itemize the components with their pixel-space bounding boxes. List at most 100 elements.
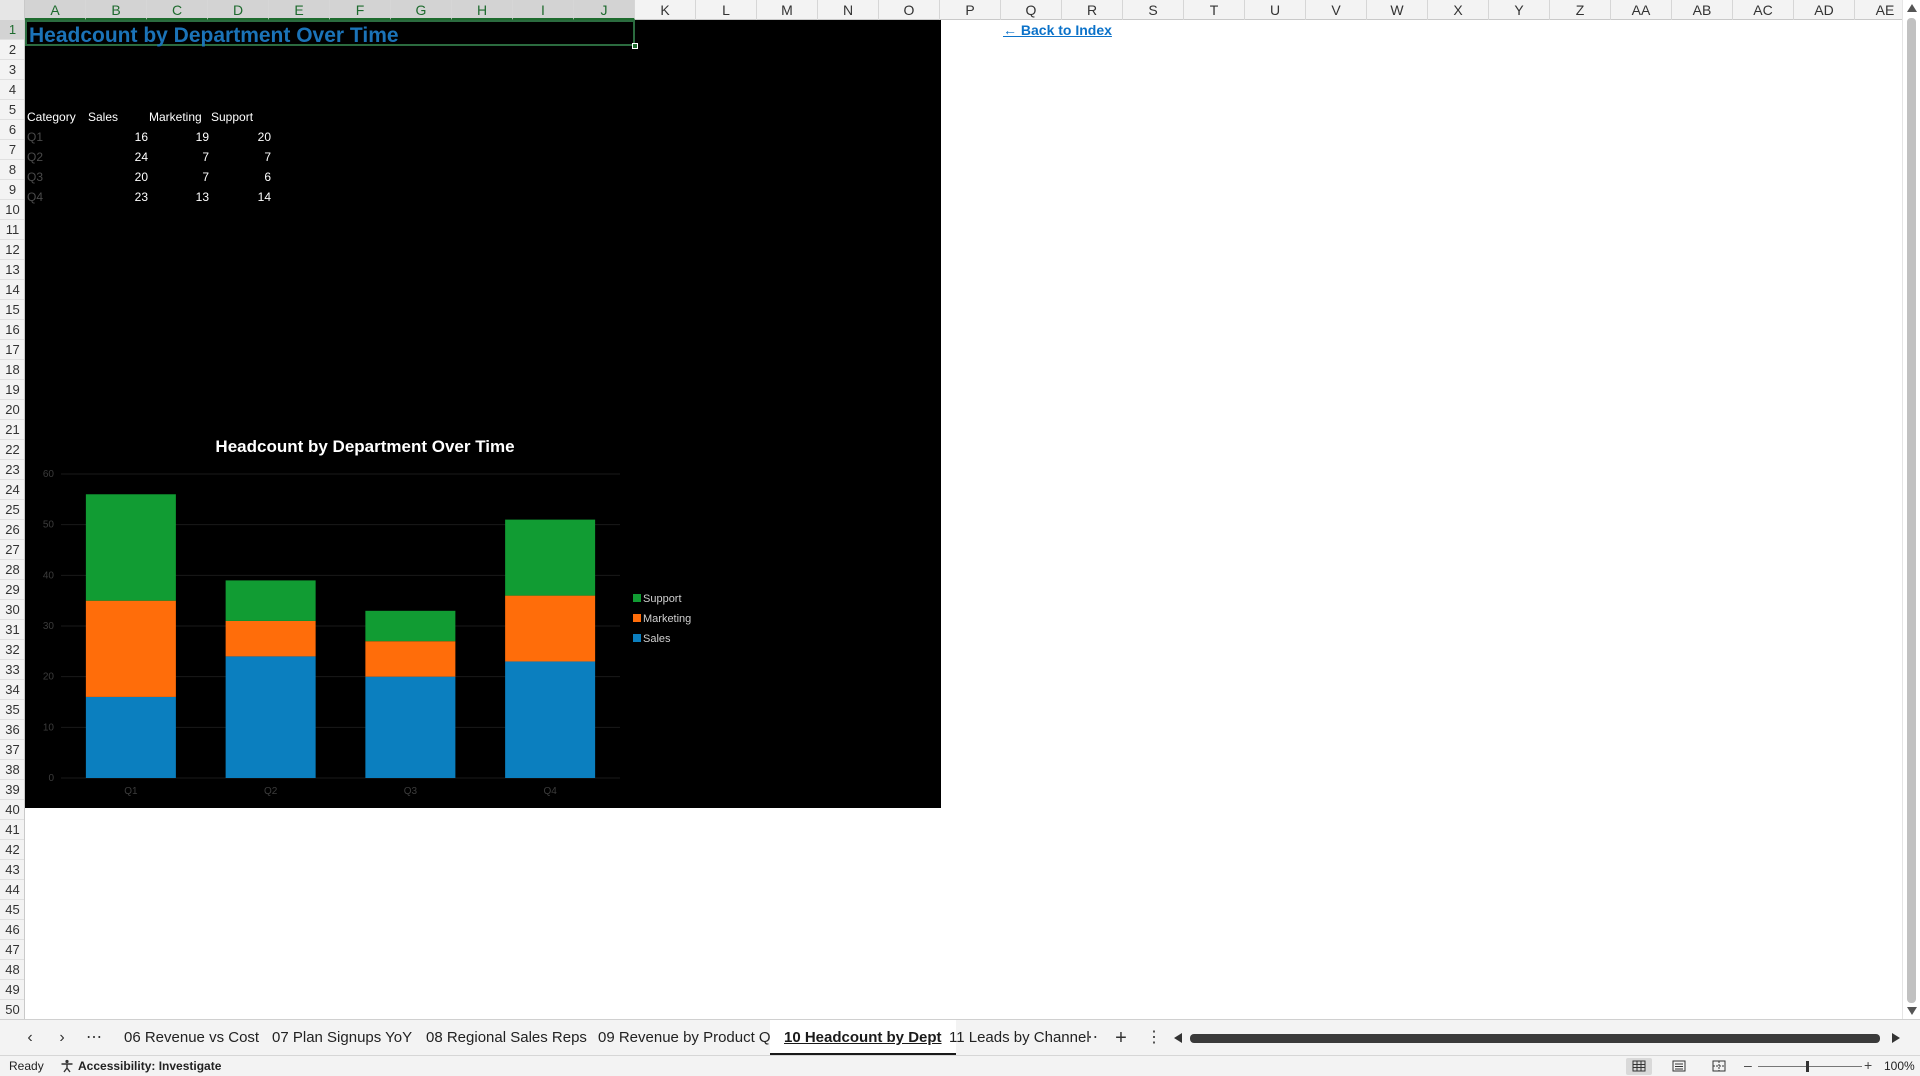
row-header-41[interactable]: 41: [0, 820, 24, 840]
column-header-f[interactable]: F: [330, 0, 391, 20]
row-header-13[interactable]: 13: [0, 260, 24, 280]
row-header-27[interactable]: 27: [0, 540, 24, 560]
more-sheets-left-button[interactable]: ⋯: [83, 1028, 105, 1048]
zoom-slider[interactable]: [1758, 1066, 1862, 1067]
row-header-24[interactable]: 24: [0, 480, 24, 500]
column-header-b[interactable]: B: [86, 0, 147, 20]
row-header-20[interactable]: 20: [0, 400, 24, 420]
sheet-options-icon[interactable]: ⋮: [1143, 1028, 1165, 1048]
row-header-34[interactable]: 34: [0, 680, 24, 700]
row-header-3[interactable]: 3: [0, 60, 24, 80]
column-header-w[interactable]: W: [1367, 0, 1428, 20]
bar-sales-q2[interactable]: [225, 656, 316, 778]
row-header-39[interactable]: 39: [0, 780, 24, 800]
column-header-g[interactable]: G: [391, 0, 452, 20]
row-header-30[interactable]: 30: [0, 600, 24, 620]
worksheet-grid[interactable]: Headcount by Department Over Time Catego…: [25, 20, 1902, 1019]
zoom-level[interactable]: 100%: [1884, 1059, 1915, 1073]
row-header-42[interactable]: 42: [0, 840, 24, 860]
row-header-29[interactable]: 29: [0, 580, 24, 600]
row-header-12[interactable]: 12: [0, 240, 24, 260]
vertical-scrollbar[interactable]: [1902, 0, 1920, 1019]
next-sheet-icon[interactable]: ›: [51, 1028, 73, 1048]
row-header-15[interactable]: 15: [0, 300, 24, 320]
table-cell-sales[interactable]: 16: [88, 127, 148, 147]
table-cell-category[interactable]: Q1: [27, 127, 77, 147]
table-cell-category[interactable]: Q4: [27, 187, 77, 207]
column-header-p[interactable]: P: [940, 0, 1001, 20]
column-header-q[interactable]: Q: [1001, 0, 1062, 20]
table-cell-sales[interactable]: 20: [88, 167, 148, 187]
column-header-i[interactable]: I: [513, 0, 574, 20]
scroll-up-icon[interactable]: [1907, 4, 1917, 12]
row-header-49[interactable]: 49: [0, 980, 24, 1000]
column-header-s[interactable]: S: [1123, 0, 1184, 20]
row-header-32[interactable]: 32: [0, 640, 24, 660]
row-header-50[interactable]: 50: [0, 1000, 24, 1019]
row-header-14[interactable]: 14: [0, 280, 24, 300]
select-all-corner[interactable]: [0, 0, 25, 20]
column-header-m[interactable]: M: [757, 0, 818, 20]
bar-support-q3[interactable]: [365, 610, 456, 642]
scroll-right-icon[interactable]: [1892, 1033, 1900, 1043]
row-header-23[interactable]: 23: [0, 460, 24, 480]
bar-support-q4[interactable]: [505, 519, 596, 596]
row-header-25[interactable]: 25: [0, 500, 24, 520]
column-header-o[interactable]: O: [879, 0, 940, 20]
row-header-37[interactable]: 37: [0, 740, 24, 760]
column-header-c[interactable]: C: [147, 0, 208, 20]
column-header-r[interactable]: R: [1062, 0, 1123, 20]
row-header-44[interactable]: 44: [0, 880, 24, 900]
row-header-21[interactable]: 21: [0, 420, 24, 440]
column-header-ac[interactable]: AC: [1733, 0, 1794, 20]
zoom-out-button[interactable]: –: [1744, 1057, 1752, 1073]
row-header-1[interactable]: 1: [0, 20, 24, 40]
row-header-17[interactable]: 17: [0, 340, 24, 360]
column-header-l[interactable]: L: [696, 0, 757, 20]
table-cell-support[interactable]: 14: [211, 187, 271, 207]
row-header-7[interactable]: 7: [0, 140, 24, 160]
bar-marketing-q1[interactable]: [85, 600, 176, 697]
column-header-x[interactable]: X: [1428, 0, 1489, 20]
table-cell-marketing[interactable]: 13: [149, 187, 209, 207]
zoom-slider-thumb[interactable]: [1806, 1061, 1809, 1072]
tab-09-revenue-by-product-q[interactable]: 09 Revenue by Product Q: [584, 1020, 785, 1056]
table-cell-support[interactable]: 6: [211, 167, 271, 187]
row-header-11[interactable]: 11: [0, 220, 24, 240]
row-header-48[interactable]: 48: [0, 960, 24, 980]
table-cell-marketing[interactable]: 19: [149, 127, 209, 147]
page-layout-view-button[interactable]: [1666, 1058, 1692, 1075]
row-header-5[interactable]: 5: [0, 100, 24, 120]
row-header-2[interactable]: 2: [0, 40, 24, 60]
column-header-d[interactable]: D: [208, 0, 269, 20]
scroll-down-icon[interactable]: [1907, 1007, 1917, 1015]
tab-06-revenue-vs-cost[interactable]: 06 Revenue vs Cost: [110, 1020, 273, 1056]
row-header-9[interactable]: 9: [0, 180, 24, 200]
column-header-t[interactable]: T: [1184, 0, 1245, 20]
page-break-view-button[interactable]: [1706, 1058, 1732, 1075]
table-cell-sales[interactable]: 23: [88, 187, 148, 207]
row-header-28[interactable]: 28: [0, 560, 24, 580]
column-header-v[interactable]: V: [1306, 0, 1367, 20]
prev-sheet-icon[interactable]: ‹: [19, 1028, 41, 1048]
row-header-10[interactable]: 10: [0, 200, 24, 220]
column-header-n[interactable]: N: [818, 0, 879, 20]
column-header-u[interactable]: U: [1245, 0, 1306, 20]
chart[interactable]: Headcount by Department Over Time 0 10 20 30…: [25, 420, 715, 810]
column-header-e[interactable]: E: [269, 0, 330, 20]
back-to-index-link[interactable]: ← Back to Index: [1003, 22, 1112, 38]
row-header-18[interactable]: 18: [0, 360, 24, 380]
bar-marketing-q4[interactable]: [505, 595, 596, 662]
tab-07-plan-signups-yoy[interactable]: 07 Plan Signups YoY: [258, 1020, 426, 1056]
row-header-19[interactable]: 19: [0, 380, 24, 400]
column-header-y[interactable]: Y: [1489, 0, 1550, 20]
row-header-36[interactable]: 36: [0, 720, 24, 740]
row-header-43[interactable]: 43: [0, 860, 24, 880]
zoom-in-button[interactable]: +: [1864, 1057, 1872, 1073]
horizontal-scrollbar[interactable]: [1172, 1033, 1902, 1043]
row-header-4[interactable]: 4: [0, 80, 24, 100]
more-sheets-right-button[interactable]: ⋯: [1079, 1028, 1101, 1048]
scroll-left-icon[interactable]: [1174, 1033, 1182, 1043]
column-header-ab[interactable]: AB: [1672, 0, 1733, 20]
bar-sales-q3[interactable]: [365, 676, 456, 778]
